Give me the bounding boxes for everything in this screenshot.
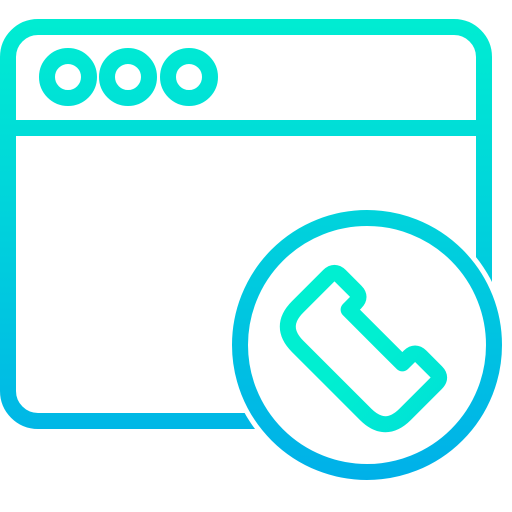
dot-icon [160, 48, 218, 106]
icon-canvas [0, 0, 512, 512]
phone-handset-icon [279, 264, 448, 433]
dot-icon [99, 48, 157, 106]
browser-phone-icon [0, 19, 502, 480]
title-bar-dots [39, 48, 218, 106]
dot-icon [39, 48, 97, 106]
phone-badge-icon [232, 210, 502, 480]
